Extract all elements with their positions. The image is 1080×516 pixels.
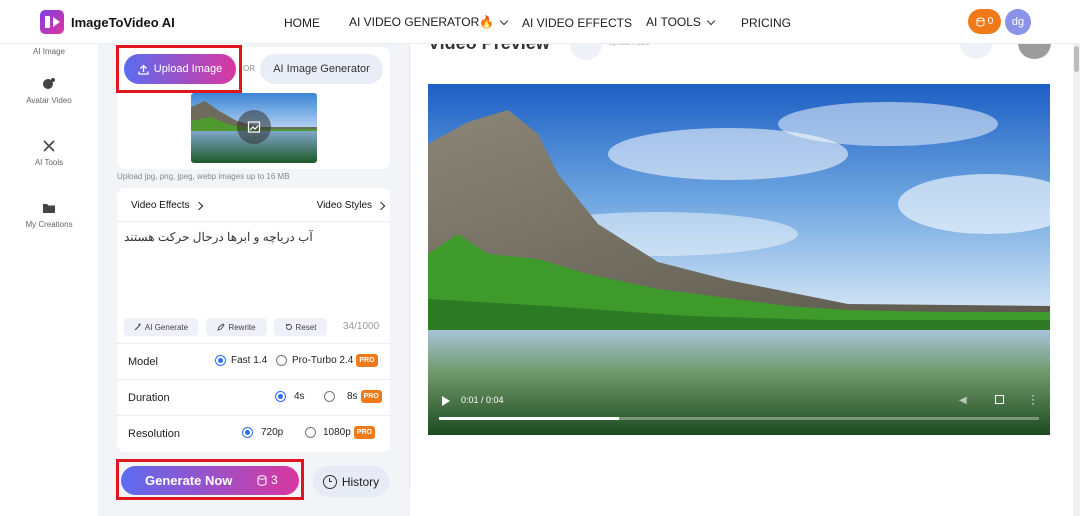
sidebar-item-my-creations[interactable]: My Creations — [0, 201, 98, 229]
upload-highlight-box — [116, 45, 242, 93]
credits-badge[interactable]: 0 — [968, 9, 1001, 34]
brand-name: ImageToVideo AI — [71, 14, 175, 30]
duration-option-4s[interactable]: 4s — [275, 391, 305, 402]
duration-label: Duration — [128, 392, 170, 404]
resolution-option-720p[interactable]: 720p — [242, 427, 283, 438]
video-player[interactable] — [428, 84, 1050, 435]
reset-button[interactable]: Reset — [274, 318, 327, 336]
brand-logo[interactable]: ImageToVideo AI — [40, 10, 175, 34]
upload-hint: Upload jpg, png, jpeg, webp images up to… — [117, 172, 290, 181]
pro-badge: PRO — [360, 390, 382, 403]
logo-icon — [40, 10, 64, 34]
pencil-icon — [217, 323, 226, 331]
clock-icon — [322, 474, 337, 489]
replace-image-icon[interactable] — [237, 110, 271, 144]
top-header: ImageToVideo AI HOME AI VIDEO GENERATOR🔥… — [0, 0, 1080, 44]
sidebar-item-label: AI Tools — [34, 158, 64, 167]
video-effects-label: Video Effects — [131, 200, 190, 211]
magic-wand-icon — [134, 323, 141, 331]
user-avatar[interactable]: dg — [1005, 9, 1031, 35]
sidebar-item-label: My Creations — [25, 220, 73, 229]
history-button[interactable]: History — [313, 466, 389, 497]
chevron-right-icon — [194, 201, 203, 210]
nav-home[interactable]: HOME — [284, 16, 320, 30]
sidebar-item-ai-image[interactable]: AI Image — [0, 47, 98, 56]
model-option-label: Pro-Turbo 2.4 — [292, 355, 354, 366]
fullscreen-icon[interactable] — [995, 395, 1004, 404]
pro-badge: PRO — [353, 426, 375, 439]
sidebar-item-label: AI Image — [32, 47, 65, 56]
video-styles-tab[interactable]: Video Styles — [316, 200, 386, 211]
video-controls: 0:01 / 0:04 ◀ · · · — [428, 385, 1050, 435]
tools-icon — [43, 140, 55, 152]
credits-count: 0 — [987, 16, 994, 27]
or-separator: OR — [243, 64, 255, 73]
radio-unselected — [276, 355, 287, 366]
nav-ai-video-effects[interactable]: AI VIDEO EFFECTS — [522, 16, 632, 30]
reset-label: Reset — [295, 322, 317, 332]
video-styles-label: Video Styles — [316, 200, 372, 211]
model-label: Model — [128, 356, 158, 368]
nav-ai-video-generator[interactable]: AI VIDEO GENERATOR🔥 — [349, 15, 509, 29]
scrollbar-thumb[interactable] — [1074, 46, 1079, 72]
effects-styles-row: Video Effects Video Styles — [117, 188, 390, 222]
video-progress-bar[interactable] — [439, 417, 1039, 420]
radio-unselected — [324, 391, 335, 402]
nav-ai-tools-label: AI TOOLS — [646, 15, 701, 29]
more-options-icon[interactable]: · · · — [1031, 389, 1035, 409]
nav-pricing[interactable]: PRICING — [741, 16, 791, 30]
sidebar-item-avatar-video[interactable]: Avatar Video — [0, 77, 98, 105]
radio-selected — [242, 427, 253, 438]
duration-option-label: 8s — [347, 391, 358, 402]
resolution-label: Resolution — [128, 428, 180, 440]
nav-ai-video-generator-label: AI VIDEO GENERATOR🔥 — [349, 15, 495, 29]
model-option-fast[interactable]: Fast 1.4 — [215, 355, 267, 366]
history-label: History — [341, 474, 380, 489]
duration-option-8s[interactable]: 8s PRO — [324, 390, 382, 403]
sidebar: AI Image Avatar Video AI Tools My Creati… — [0, 44, 98, 516]
char-count: 34/1000 — [343, 321, 380, 332]
duration-row: Duration 4s 8s PRO — [117, 379, 390, 415]
play-icon[interactable] — [442, 396, 450, 406]
resolution-option-1080p[interactable]: 1080p PRO — [305, 426, 375, 439]
page-scrollbar[interactable] — [1073, 44, 1080, 516]
chevron-right-icon — [376, 201, 386, 210]
radio-selected — [215, 355, 226, 366]
ai-generate-label: AI Generate — [144, 322, 189, 332]
rewrite-label: Rewrite — [228, 322, 256, 332]
chevron-down-icon — [499, 16, 509, 25]
ai-generate-button[interactable]: AI Generate — [124, 318, 198, 336]
volume-icon[interactable]: ◀ — [959, 395, 967, 406]
resolution-option-label: 720p — [261, 427, 284, 438]
folder-icon — [43, 204, 55, 213]
avatar-icon — [43, 78, 55, 89]
video-effects-tab[interactable]: Video Effects — [131, 200, 203, 211]
generate-highlight-box — [116, 459, 304, 500]
panel-divider — [409, 44, 410, 489]
radio-selected — [275, 391, 286, 402]
video-progress-fill — [439, 417, 619, 420]
chevron-down-icon — [706, 16, 716, 25]
radio-unselected — [305, 427, 316, 438]
rewrite-button[interactable]: Rewrite — [206, 318, 267, 336]
prompt-textarea[interactable]: آب دریاچه و ابرها درحال حرکت هستند — [124, 230, 320, 244]
lake-landscape-video-frame — [428, 84, 1050, 435]
sidebar-item-ai-tools[interactable]: AI Tools — [0, 139, 98, 167]
nav-ai-tools[interactable]: AI TOOLS — [646, 15, 716, 29]
model-option-pro-turbo[interactable]: Pro-Turbo 2.4 PRO — [276, 354, 378, 367]
model-row: Model Fast 1.4 Pro-Turbo 2.4 PRO — [117, 343, 390, 379]
video-time: 0:01 / 0:04 — [461, 395, 504, 405]
pro-badge: PRO — [356, 354, 378, 367]
reset-icon — [285, 323, 292, 330]
resolution-row: Resolution 720p 1080p PRO — [117, 415, 390, 451]
model-option-label: Fast 1.4 — [231, 355, 268, 366]
sidebar-item-label: Avatar Video — [26, 96, 72, 105]
resolution-option-label: 1080p — [323, 427, 351, 438]
duration-option-label: 4s — [294, 391, 305, 402]
ai-image-generator-button[interactable]: AI Image Generator — [260, 54, 383, 84]
coins-icon — [976, 17, 985, 27]
